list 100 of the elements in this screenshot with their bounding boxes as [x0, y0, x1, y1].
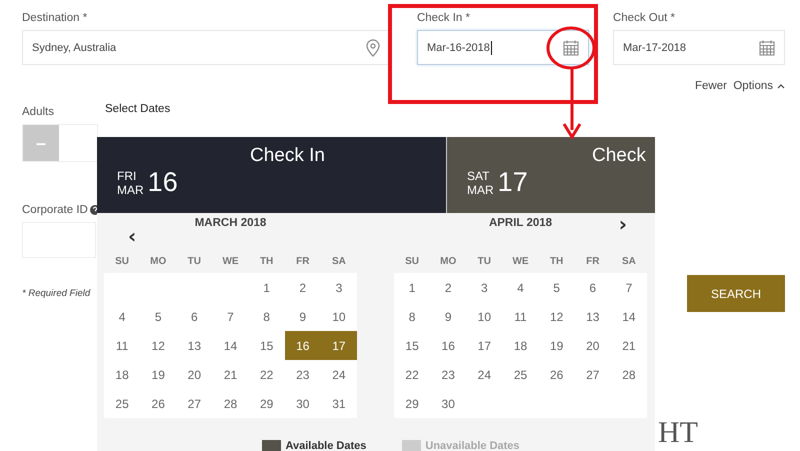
calendar-day[interactable]: 28 — [212, 389, 249, 418]
weekday-header: WE — [221, 256, 240, 266]
calendar-day[interactable]: 16 — [284, 331, 321, 360]
calendar-day[interactable]: 31 — [320, 389, 357, 418]
calendar-day[interactable]: 20 — [176, 360, 212, 389]
calendar-day[interactable]: 19 — [140, 360, 176, 389]
legend-label: Available Dates — [285, 440, 366, 451]
calendar-day[interactable]: 26 — [140, 389, 176, 418]
date-field[interactable]: Mar-16-2018 — [416, 30, 589, 65]
calendar-day[interactable]: 4 — [104, 302, 140, 331]
month-title: APRIL 2018 — [488, 217, 552, 229]
calendar-icon[interactable] — [759, 40, 775, 56]
calendar-day[interactable]: 18 — [502, 331, 539, 360]
weekday-header: TU — [186, 256, 202, 266]
calendar-day[interactable]: 22 — [394, 360, 430, 389]
calendar-day[interactable]: 4 — [502, 273, 539, 302]
calendar-day[interactable]: 17 — [466, 331, 502, 360]
weekday-header: MO — [439, 256, 458, 266]
weekday-header: SU — [114, 256, 130, 266]
calendar-day[interactable]: 6 — [574, 273, 611, 302]
calendar-day[interactable]: 28 — [610, 360, 647, 389]
calendar-day[interactable]: 29 — [394, 389, 430, 418]
calendar-day[interactable]: 19 — [538, 331, 575, 360]
calendar-day[interactable]: 10 — [320, 302, 357, 331]
calendar-day[interactable]: 22 — [248, 360, 285, 389]
calendar-day[interactable]: 17 — [320, 331, 357, 360]
weekday-label: FRI — [117, 171, 138, 182]
calendar-day[interactable]: 12 — [538, 302, 575, 331]
calendar-day[interactable]: 14 — [212, 331, 249, 360]
weekday-label: SAT — [467, 171, 490, 182]
calendar-day[interactable]: 27 — [574, 360, 611, 389]
calendar-day[interactable]: 9 — [284, 302, 321, 331]
weekday-header: TU — [476, 256, 492, 266]
weekday-header: SU — [404, 256, 420, 266]
calendar-day[interactable]: 10 — [466, 302, 502, 331]
month-title: MARCH 2018 — [194, 217, 266, 229]
previous-month-button[interactable]: ‹ — [126, 227, 138, 245]
calendar-day[interactable]: 6 — [176, 302, 212, 331]
month-label: MAR — [467, 185, 494, 196]
calendar-day[interactable]: 25 — [502, 360, 539, 389]
calendar-day[interactable]: 30 — [284, 389, 321, 418]
weekday-header: SA — [620, 256, 637, 266]
calendar-day[interactable]: 20 — [574, 331, 611, 360]
calendar-day[interactable]: 15 — [394, 331, 430, 360]
annotation-circle — [546, 26, 596, 70]
calendar-day[interactable]: 15 — [248, 331, 285, 360]
annotation-arrow — [562, 68, 582, 140]
calendar-icon[interactable] — [562, 40, 579, 56]
destination-field[interactable]: Sydney, Australia — [22, 30, 390, 65]
calendar-day[interactable]: 21 — [212, 360, 249, 389]
calendar-day[interactable]: 13 — [176, 331, 212, 360]
calendar-day[interactable]: 3 — [320, 273, 357, 302]
calendar-day[interactable]: 1 — [394, 273, 430, 302]
calendar-day[interactable]: 16 — [430, 331, 466, 360]
calendar-day[interactable]: 5 — [140, 302, 176, 331]
weekday-header: TH — [548, 256, 564, 266]
calendar-day[interactable]: 2 — [430, 273, 466, 302]
day-number: 17 — [498, 168, 528, 196]
calendar-day[interactable]: 14 — [610, 302, 647, 331]
calendar-day[interactable]: 13 — [574, 302, 611, 331]
calendar-day[interactable]: 18 — [104, 360, 140, 389]
corporate-id-label: Corporate ID — [22, 204, 88, 216]
calendar-day[interactable]: 11 — [502, 302, 539, 331]
search-button[interactable]: SEARCH — [687, 275, 785, 312]
calendar-day[interactable]: 8 — [248, 302, 285, 331]
calendar-day[interactable]: 30 — [430, 389, 466, 418]
weekday-header: FR — [295, 256, 310, 266]
calendar-day[interactable]: 29 — [248, 389, 285, 418]
calendar-day[interactable]: 23 — [284, 360, 321, 389]
calendar-day[interactable]: 11 — [104, 331, 140, 360]
calendar-day[interactable]: 23 — [430, 360, 466, 389]
date-field[interactable]: Mar-17-2018 — [612, 30, 785, 65]
calendar-day[interactable]: 3 — [466, 273, 502, 302]
calendar-day[interactable]: 8 — [394, 302, 430, 331]
location-pin-icon — [366, 38, 380, 56]
calendar-day[interactable]: 21 — [610, 331, 647, 360]
calendar-day[interactable]: 24 — [320, 360, 357, 389]
legend-label: Unavailable Dates — [425, 440, 520, 451]
day-number: 16 — [148, 168, 178, 196]
calendar-day[interactable]: 24 — [466, 360, 502, 389]
calendar-day[interactable]: 5 — [538, 273, 575, 302]
calendar-day[interactable]: 2 — [284, 273, 321, 302]
calendar-day[interactable]: 26 — [538, 360, 575, 389]
field-label: Check In * — [416, 12, 471, 24]
calendar-day[interactable]: 25 — [104, 389, 140, 418]
calendar-day[interactable]: 12 — [140, 331, 176, 360]
field-label: Check Out * — [612, 12, 676, 24]
panel-title: Check In — [249, 145, 326, 167]
weekday-header: TH — [258, 256, 274, 266]
calendar-day[interactable]: 7 — [212, 302, 249, 331]
calendar-day[interactable]: 9 — [430, 302, 466, 331]
picker-title: Select Dates — [105, 103, 170, 115]
calendar-day[interactable]: 1 — [248, 273, 285, 302]
next-month-button[interactable]: › — [616, 215, 629, 233]
weekday-header: WE — [511, 256, 530, 266]
fewer-options-toggle[interactable]: Fewer Options — [695, 80, 785, 92]
weekday-header: FR — [585, 256, 600, 266]
calendar-day[interactable]: 27 — [176, 389, 212, 418]
calendar-day[interactable]: 7 — [610, 273, 647, 302]
adults-label: Adults — [22, 106, 54, 118]
